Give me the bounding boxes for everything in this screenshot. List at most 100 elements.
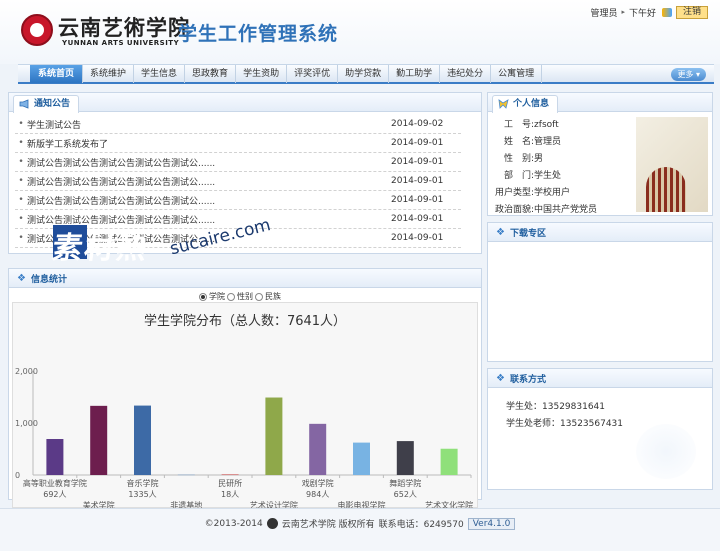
notice-date: 2014-09-01 — [391, 157, 444, 167]
bullet: • — [18, 157, 24, 167]
radio-ethnicity[interactable] — [255, 292, 263, 301]
info-usertype: 用户类型:学校用户 — [495, 185, 570, 198]
theme-icon[interactable] — [661, 7, 672, 17]
school-logo-icon — [21, 14, 53, 46]
notice-panel-header: 通知公告 — [9, 93, 481, 113]
nav-item-awards[interactable]: 评奖评优 — [287, 64, 339, 83]
nav-item-aid[interactable]: 学生资助 — [236, 64, 288, 83]
chart-svg: 01,0002,000高等职业教育学院692人美术学院1330人音乐学院1335… — [15, 367, 473, 509]
stats-panel-header: ❖ 信息统计 — [9, 269, 481, 288]
contact-panel: ❖ 联系方式 学生处：13529831641 学生处老师：13523567431 — [487, 368, 713, 490]
diamond-icon: ❖ — [496, 373, 505, 384]
bullet: • — [18, 138, 24, 148]
more-menu-button[interactable]: 更多 ▾ — [671, 68, 706, 81]
radio-ethnicity-label[interactable]: 民族 — [265, 291, 281, 302]
notice-title[interactable]: 测试公告测试公告测试公告测试公告测试公...... — [27, 175, 391, 188]
radio-college-label[interactable]: 学院 — [209, 291, 225, 302]
arrow-right-icon: ▸ — [621, 8, 625, 16]
tab-notice[interactable]: 通知公告 — [13, 95, 80, 113]
teacher-label: 学生处老师： — [506, 419, 561, 429]
nav-item-work-study[interactable]: 勤工助学 — [389, 64, 441, 83]
main-nav: 系统首页 系统维护 学生信息 思政教育 学生资助 评奖评优 助学贷款 勤工助学 … — [18, 64, 714, 84]
diamond-icon: ❖ — [17, 273, 26, 284]
chart-bar — [90, 405, 108, 475]
bar-value-label: 18人 — [221, 490, 239, 499]
contact-office: 学生处：13529831641 — [506, 399, 605, 412]
chart-bar — [134, 405, 151, 475]
chart-bar — [221, 474, 239, 476]
bullet: • — [18, 233, 24, 243]
logout-button[interactable]: 注销 — [675, 5, 708, 19]
school-logo-icon — [266, 518, 278, 529]
bullet: • — [18, 195, 24, 205]
nav-item-dorm[interactable]: 公寓管理 — [491, 64, 543, 83]
nav-item-home[interactable]: 系统首页 — [30, 64, 84, 83]
notice-title[interactable]: 测试公告测试公告测试公告测试公告测试公...... — [27, 156, 391, 169]
list-item[interactable]: • 测试公告测试公告测试公告测试公告测试公...... 2014-09-01 — [15, 172, 461, 191]
bullet: • — [18, 119, 24, 129]
y-tick-label: 2,000 — [15, 367, 38, 376]
list-item[interactable]: • 测试公告测试公告测试公告测试公告测试公...... 2014-09-01 — [15, 153, 461, 172]
notice-title[interactable]: 学生测试公告 — [27, 118, 391, 131]
name-value: 管理员 — [534, 137, 562, 147]
stats-head-label: 信息统计 — [31, 275, 68, 285]
contact-panel-header: ❖ 联系方式 — [488, 369, 712, 388]
notice-date: 2014-09-01 — [391, 214, 444, 224]
notice-title[interactable]: 测试公告测试公告测试公告测试公告测试公...... — [27, 194, 391, 207]
x-category-label: 舞蹈学院 — [389, 478, 421, 488]
dept-value: 学生处 — [534, 171, 562, 181]
decorative-graphic — [636, 424, 696, 479]
version-badge: Ver4.1.0 — [467, 517, 516, 530]
profile-panel: 个人信息 工 号:zfsoft 姓 名:管理员 性 别:男 部 门:学生处 用户… — [487, 92, 713, 216]
notice-title[interactable]: 新版学工系统发布了 — [27, 137, 391, 150]
info-political: 政治面貌:中国共产党党员 — [495, 202, 597, 215]
list-item[interactable]: • 学生测试公告 2014-09-02 — [15, 115, 461, 134]
id-label: 工 号: — [504, 120, 535, 130]
nav-item-student-info[interactable]: 学生信息 — [134, 64, 186, 83]
header: 云南艺術学院 YUNNAN ARTS UNIVERSITY 学生工作管理系统 管… — [0, 0, 720, 64]
bar-value-label: 652人 — [394, 490, 417, 499]
notice-date: 2014-09-01 — [391, 138, 444, 148]
chart-bar — [353, 442, 370, 475]
nav-item-ideology[interactable]: 思政教育 — [185, 64, 237, 83]
notice-date: 2014-09-01 — [391, 176, 444, 186]
diamond-icon: ❖ — [496, 227, 505, 238]
chart-bar — [46, 439, 64, 475]
x-category-label: 民研所 — [218, 478, 242, 488]
footer-content: ©2013-2014 云南艺术学院 版权所有 联系电话：6249570 Ver4… — [0, 517, 720, 530]
list-item[interactable]: • 新版学工系统发布了 2014-09-01 — [15, 134, 461, 153]
bar-value-label: 692人 — [43, 490, 66, 499]
info-dept: 部 门:学生处 — [504, 168, 561, 181]
watermark-chinese: 素材熱 — [50, 231, 151, 266]
radio-gender-label[interactable]: 性别 — [237, 291, 253, 302]
college-distribution-chart: 学生学院分布（总人数：7641人） 0 1,000 2,000 高等职业教育学院 692… — [12, 302, 478, 509]
profile-panel-header: 个人信息 — [488, 93, 712, 113]
political-label: 政治面貌: — [495, 205, 535, 215]
bar-value-label: 984人 — [306, 490, 329, 499]
user-role[interactable]: 管理员 — [590, 6, 617, 19]
y-tick-label: 1,000 — [15, 419, 38, 428]
nav-item-loans[interactable]: 助学贷款 — [338, 64, 390, 83]
stats-panel: ❖ 信息统计 学院 性别 民族 学生学院分布（总人数：7641人） 0 1,000… — [8, 268, 482, 509]
nav-item-system[interactable]: 系统维护 — [83, 64, 135, 83]
teacher-phone: 13523567431 — [560, 419, 624, 429]
x-category-label: 戏剧学院 — [302, 478, 334, 488]
chart-bar — [309, 423, 327, 475]
info-id: 工 号:zfsoft — [504, 117, 559, 130]
tab-profile[interactable]: 个人信息 — [492, 95, 559, 113]
footer: ©2013-2014 云南艺术学院 版权所有 联系电话：6249570 Ver4… — [0, 508, 720, 551]
more-label: 更多 — [677, 70, 694, 79]
id-value: zfsoft — [534, 120, 559, 130]
contact-title: ❖ 联系方式 — [496, 372, 546, 386]
radio-gender[interactable] — [227, 292, 235, 301]
copyright: ©2013-2014 — [204, 518, 263, 529]
list-item[interactable]: • 测试公告测试公告测试公告测试公告测试公...... 2014-09-01 — [15, 191, 461, 210]
chart-bar — [440, 448, 458, 475]
gender-label: 性 别: — [504, 154, 535, 164]
logo-chinese-name: 云南艺術学院 — [58, 15, 190, 40]
radio-college[interactable] — [199, 292, 207, 301]
stats-radio-group: 学院 性别 民族 — [199, 291, 281, 302]
nav-item-discipline[interactable]: 违纪处分 — [440, 64, 492, 83]
logo-english-name: YUNNAN ARTS UNIVERSITY — [62, 39, 180, 47]
bookmark-icon — [498, 99, 509, 109]
